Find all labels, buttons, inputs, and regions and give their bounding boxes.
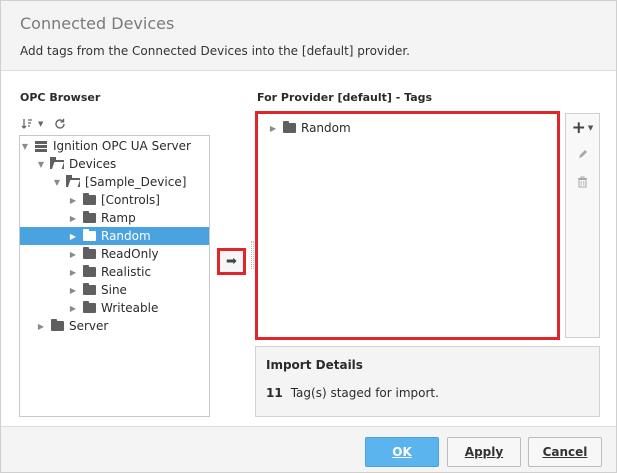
tree-item-label: Devices xyxy=(69,157,117,171)
tree-item-label: Ignition OPC UA Server xyxy=(53,139,191,153)
arrow-right-icon: ➡ xyxy=(226,254,237,269)
expanded-arrow-icon[interactable]: ▼ xyxy=(20,142,30,151)
tree-item-controls[interactable]: ▶ [Controls] xyxy=(20,191,209,209)
tree-item-label: Sine xyxy=(101,283,127,297)
collapsed-arrow-icon[interactable]: ▶ xyxy=(68,268,78,277)
add-tag-button[interactable]: + ▼ xyxy=(566,118,599,138)
tree-item-readonly[interactable]: ▶ ReadOnly xyxy=(20,245,209,263)
tree-item-realistic[interactable]: ▶ Realistic xyxy=(20,263,209,281)
dialog-footer: OK Apply Cancel xyxy=(1,426,616,472)
expanded-arrow-icon[interactable]: ▼ xyxy=(52,178,62,187)
tree-item-label: Random xyxy=(101,229,151,243)
collapsed-arrow-icon[interactable]: ▶ xyxy=(68,304,78,313)
apply-button[interactable]: Apply xyxy=(447,437,521,467)
collapsed-arrow-icon[interactable]: ▶ xyxy=(68,196,78,205)
tree-item-label: Ramp xyxy=(101,211,136,225)
tree-item-label: Random xyxy=(301,121,351,135)
opc-browser-label: OPC Browser xyxy=(20,91,101,104)
tree-item-label: ReadOnly xyxy=(101,247,159,261)
import-details-summary: 11 Tag(s) staged for import. xyxy=(266,386,439,400)
dialog-header: Connected Devices Add tags from the Conn… xyxy=(1,1,616,71)
opc-browser-tree[interactable]: ▼ Ignition OPC UA Server ▼ Devices ▼ [Sa… xyxy=(19,135,210,417)
opc-browser-toolbar: ▼ xyxy=(20,116,67,132)
staged-tag-count: 11 xyxy=(266,386,283,400)
collapsed-arrow-icon[interactable]: ▶ xyxy=(68,232,78,241)
collapsed-arrow-icon[interactable]: ▶ xyxy=(68,250,78,259)
tree-item-writeable[interactable]: ▶ Writeable xyxy=(20,299,209,317)
folder-icon xyxy=(281,121,297,133)
connected-devices-dialog: Connected Devices Add tags from the Conn… xyxy=(0,0,617,473)
folder-open-icon xyxy=(49,157,65,169)
sort-icon[interactable] xyxy=(20,117,34,131)
sort-dropdown-caret-icon[interactable]: ▼ xyxy=(38,120,43,128)
ok-button[interactable]: OK xyxy=(365,437,439,467)
dialog-title: Connected Devices xyxy=(20,14,175,33)
tree-item-ramp[interactable]: ▶ Ramp xyxy=(20,209,209,227)
tree-item-sine[interactable]: ▶ Sine xyxy=(20,281,209,299)
server-icon xyxy=(33,140,49,152)
tags-side-toolbar: + ▼ xyxy=(565,113,600,338)
refresh-icon[interactable] xyxy=(53,117,67,131)
cancel-button[interactable]: Cancel xyxy=(528,437,602,467)
pencil-icon xyxy=(577,148,589,163)
tree-item-label: [Controls] xyxy=(101,193,160,207)
tree-item-label: Writeable xyxy=(101,301,159,315)
ok-button-label: OK xyxy=(392,445,412,459)
trash-icon xyxy=(577,176,588,191)
folder-icon xyxy=(81,265,97,277)
apply-button-label: Apply xyxy=(464,445,504,459)
folder-icon xyxy=(81,283,97,295)
folder-icon xyxy=(81,247,97,259)
collapsed-arrow-icon[interactable]: ▶ xyxy=(268,124,278,133)
edit-tag-button[interactable] xyxy=(566,145,599,165)
folder-icon xyxy=(49,319,65,331)
cancel-button-label: Cancel xyxy=(542,445,588,459)
collapsed-arrow-icon[interactable]: ▶ xyxy=(68,214,78,223)
provider-tree-item-random[interactable]: ▶ Random xyxy=(268,119,351,137)
import-details-title: Import Details xyxy=(266,358,363,372)
staged-tag-text: Tag(s) staged for import. xyxy=(290,386,439,400)
folder-icon xyxy=(81,301,97,313)
panel-splitter-handle[interactable] xyxy=(251,241,254,269)
add-dropdown-caret-icon[interactable]: ▼ xyxy=(588,124,593,132)
collapsed-arrow-icon[interactable]: ▶ xyxy=(36,322,46,331)
folder-icon xyxy=(81,193,97,205)
tree-item-devices[interactable]: ▼ Devices xyxy=(20,155,209,173)
tree-item-ignition-opc-ua-server[interactable]: ▼ Ignition OPC UA Server xyxy=(20,137,209,155)
dialog-subtitle: Add tags from the Connected Devices into… xyxy=(20,44,410,58)
tree-item-label: Server xyxy=(69,319,109,333)
tree-item-random[interactable]: ▶ Random xyxy=(20,227,209,245)
expanded-arrow-icon[interactable]: ▼ xyxy=(36,160,46,169)
folder-open-icon xyxy=(65,175,81,187)
provider-tags-tree[interactable]: ▶ Random xyxy=(255,111,560,340)
tree-item-label: [Sample_Device] xyxy=(85,175,187,189)
move-tags-button[interactable]: ➡ xyxy=(217,248,246,275)
folder-icon xyxy=(81,211,97,223)
delete-tag-button[interactable] xyxy=(566,173,599,193)
tree-item-sample-device[interactable]: ▼ [Sample_Device] xyxy=(20,173,209,191)
collapsed-arrow-icon[interactable]: ▶ xyxy=(68,286,78,295)
tree-item-server[interactable]: ▶ Server xyxy=(20,317,209,335)
provider-tags-label: For Provider [default] - Tags xyxy=(257,91,433,104)
plus-icon: + xyxy=(571,118,586,138)
import-details-box: Import Details 11 Tag(s) staged for impo… xyxy=(255,346,600,417)
folder-icon xyxy=(81,229,97,241)
tree-item-label: Realistic xyxy=(101,265,152,279)
